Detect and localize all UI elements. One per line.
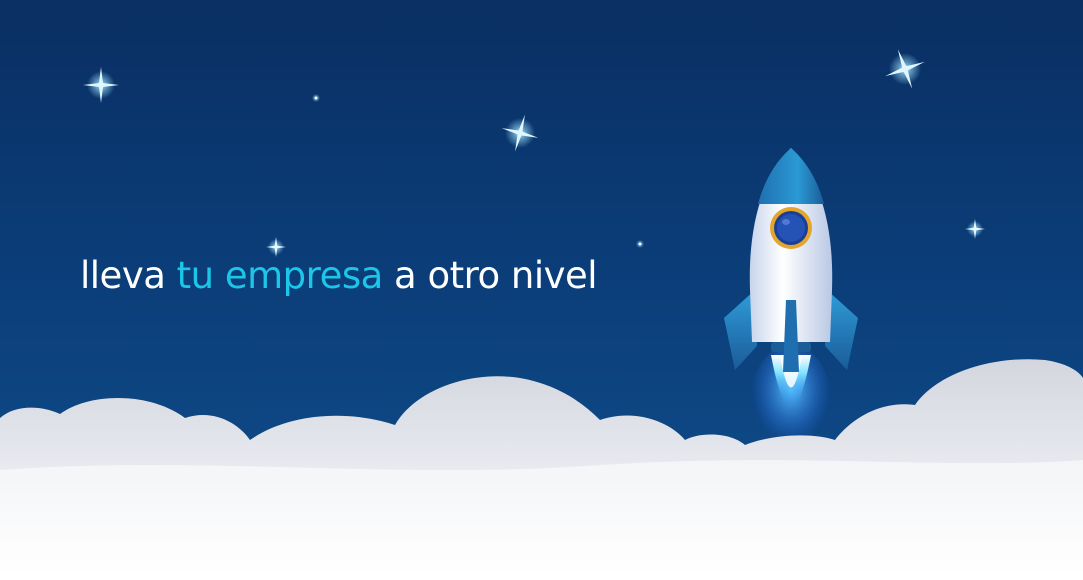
hero-banner: lleva tu empresa a otro nivel <box>0 0 1083 580</box>
clouds-layer <box>0 359 1083 580</box>
